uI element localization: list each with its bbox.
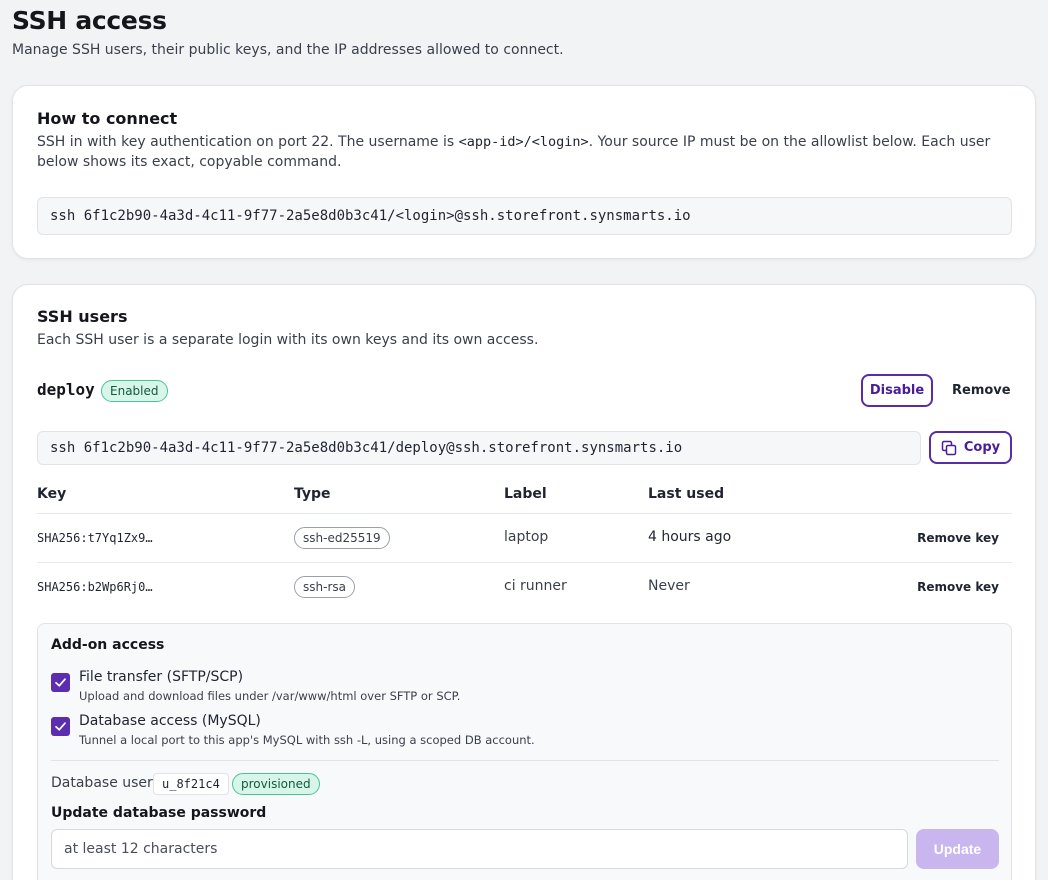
table-header-key: Key — [37, 486, 67, 502]
copy-label: Copy — [963, 440, 1001, 455]
key-type-pill: ssh-rsa — [294, 576, 355, 598]
checkmark-icon — [54, 720, 67, 733]
disable-button[interactable]: Disable — [861, 374, 933, 407]
mysql-checkbox[interactable] — [51, 717, 70, 736]
key-last-used: Never — [648, 578, 690, 594]
table-header-last-used: Last used — [648, 486, 725, 502]
checkmark-icon — [54, 676, 67, 689]
db-user-value: u_8f21c4 — [153, 773, 229, 795]
key-label: ci runner — [504, 578, 567, 594]
table-header-label: Label — [504, 486, 547, 502]
sftp-option-label[interactable]: File transfer (SFTP/SCP) — [79, 669, 243, 685]
ssh-users-subtitle: Each SSH user is a separate login with i… — [37, 332, 539, 348]
sftp-checkbox[interactable] — [51, 673, 70, 692]
remove-key-button[interactable]: Remove key — [917, 580, 999, 594]
addon-title: Add-on access — [51, 637, 165, 653]
connect-text-before: SSH in with key authentication on port 2… — [37, 134, 459, 150]
table-header-type: Type — [294, 486, 331, 502]
mysql-option-label[interactable]: Database access (MySQL) — [79, 713, 261, 729]
key-last-used: 4 hours ago — [648, 529, 732, 545]
update-password-button[interactable]: Update — [916, 829, 999, 869]
key-fingerprint: SHA256:b2Wp6Rj0… — [37, 580, 153, 594]
page-subtitle: Manage SSH users, their public keys, and… — [12, 42, 564, 58]
key-type-pill: ssh-ed25519 — [294, 527, 390, 549]
copy-icon — [941, 440, 957, 456]
addon-access-panel: Add-on access File transfer (SFTP/SCP) U… — [37, 623, 1012, 880]
mysql-option-description: Tunnel a local port to this app's MySQL … — [79, 733, 535, 747]
how-to-connect-card: How to connect SSH in with key authentic… — [12, 85, 1036, 259]
remove-user-button[interactable]: Remove — [952, 383, 1011, 398]
status-badge: Enabled — [101, 380, 168, 402]
connect-description: SSH in with key authentication on port 2… — [37, 132, 1022, 172]
page-title: SSH access — [12, 6, 167, 35]
user-ssh-command[interactable]: ssh 6f1c2b90-4a3d-4c11-9f77-2a5e8d0b3c41… — [37, 431, 921, 465]
addon-divider — [51, 760, 999, 761]
user-name: deploy — [37, 380, 95, 399]
db-user-label: Database user — [51, 775, 153, 791]
connect-title: How to connect — [37, 109, 178, 128]
ssh-users-title: SSH users — [37, 307, 128, 326]
ssh-users-card: SSH users Each SSH user is a separate lo… — [12, 284, 1036, 880]
password-title: Update database password — [51, 805, 267, 821]
copy-button[interactable]: Copy — [929, 431, 1012, 464]
db-user-status-badge: provisioned — [232, 773, 320, 795]
sftp-option-description: Upload and download files under /var/www… — [79, 689, 461, 703]
username-format-code: <app-id>/<login> — [458, 134, 589, 150]
key-label: laptop — [504, 529, 549, 545]
key-fingerprint: SHA256:t7Yq1Zx9… — [37, 531, 153, 545]
db-password-input[interactable] — [51, 829, 908, 869]
remove-key-button[interactable]: Remove key — [917, 531, 999, 545]
table-divider — [37, 562, 1012, 563]
generic-connect-command[interactable]: ssh 6f1c2b90-4a3d-4c11-9f77-2a5e8d0b3c41… — [37, 197, 1012, 235]
table-divider — [37, 513, 1012, 514]
